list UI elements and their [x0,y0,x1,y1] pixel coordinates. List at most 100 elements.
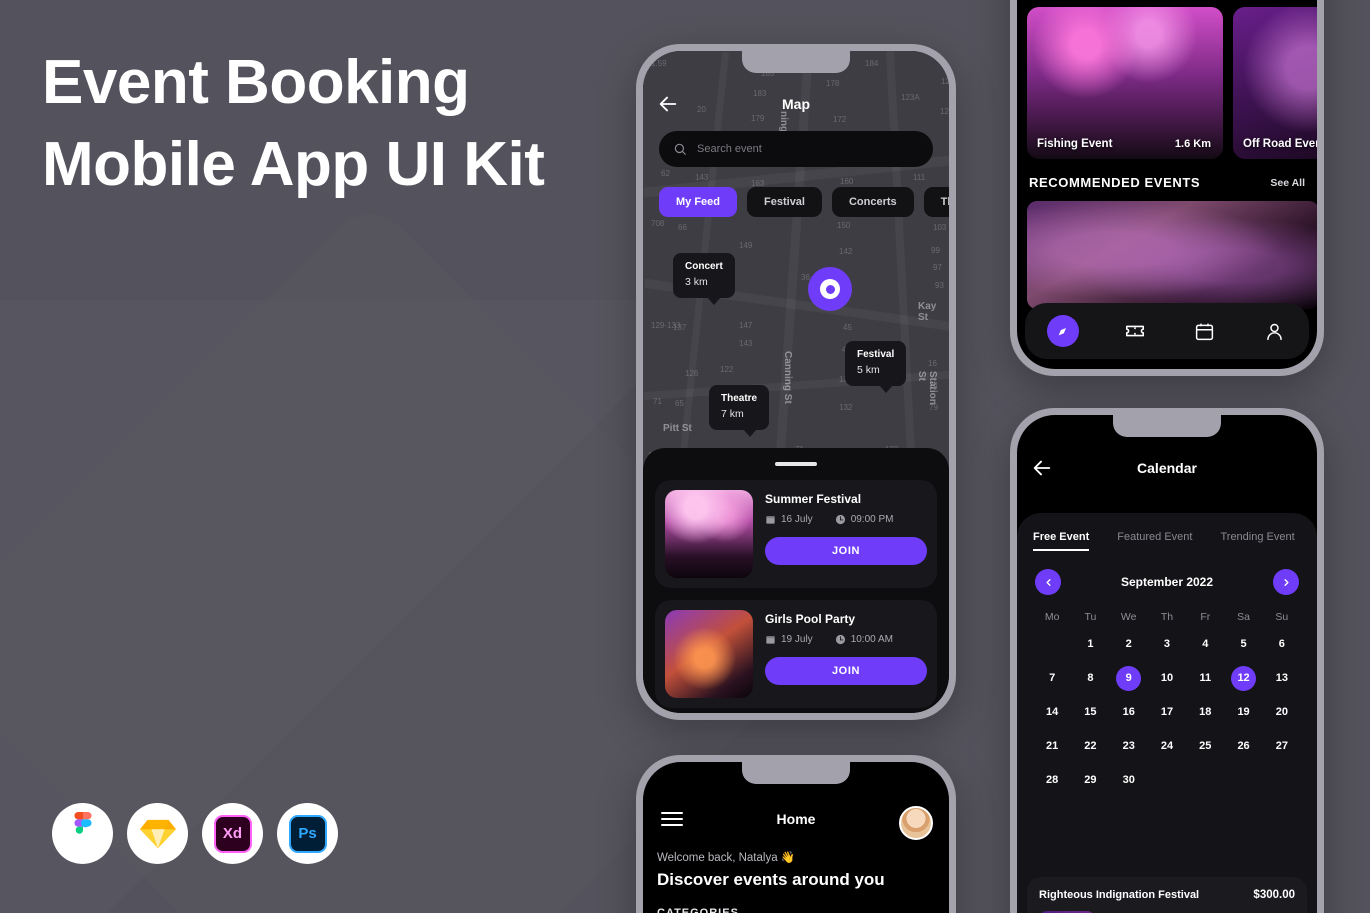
calendar-day-8[interactable]: 8 [1071,666,1109,691]
nearby-event-card-offroad[interactable]: Off Road Event [1233,7,1317,159]
phone-mockup-calendar: Calendar Free Event Featured Event Trend… [1010,408,1324,913]
house-number: 150 [837,221,851,230]
page-title: Event Booking Mobile App UI Kit [42,42,545,206]
nearby-event-label: Fishing Event [1037,138,1113,150]
map-marker-concert[interactable]: Concert 3 km [673,253,735,305]
house-number: 143 [695,173,709,182]
event-card-girls-pool-party[interactable]: Girls Pool Party 19 July 10:00 AM JOIN [655,600,937,708]
user-location-marker[interactable] [808,267,852,311]
house-number: 71 [653,397,662,406]
calendar-day-25[interactable]: 25 [1186,734,1224,759]
hamburger-icon[interactable] [661,808,683,830]
arrow-left-icon[interactable] [657,93,679,115]
phone-mockup-map: ning St Canning St Station St Pitt St Ka… [636,44,956,720]
event-card-summer-festival[interactable]: Summer Festival 16 July 09:00 PM JOIN [655,480,937,588]
person-icon[interactable] [1261,318,1287,344]
tab-featured-event[interactable]: Featured Event [1117,531,1192,551]
calendar-day-26[interactable]: 26 [1224,734,1262,759]
calendar-day-empty [1263,768,1301,793]
calendar-day-empty [1148,768,1186,793]
calendar-day-3[interactable]: 3 [1148,632,1186,657]
nearby-event-card-fishing[interactable]: Fishing Event 1.6 Km [1027,7,1223,159]
map-marker-theatre[interactable]: Theatre 7 km [709,385,770,437]
calendar-day-18[interactable]: 18 [1186,700,1224,725]
calendar-day-4[interactable]: 4 [1186,632,1224,657]
calendar-event-name: Righteous Indignation Festival [1039,889,1200,901]
calendar-day-20[interactable]: 20 [1263,700,1301,725]
calendar-day-16[interactable]: 16 [1110,700,1148,725]
recommended-event-image[interactable] [1027,201,1317,309]
calendar-day-12[interactable]: 12 [1224,666,1262,691]
event-time: 10:00 AM [835,634,893,645]
calendar-day-30[interactable]: 30 [1110,768,1148,793]
house-number: 45 [843,323,852,332]
street-label: Pitt St [663,423,692,434]
month-navigation: September 2022 [1017,551,1317,595]
calendar-day-27[interactable]: 27 [1263,734,1301,759]
calendar-day-23[interactable]: 23 [1110,734,1148,759]
calendar-day-21[interactable]: 21 [1033,734,1071,759]
calendar-day-15[interactable]: 15 [1071,700,1109,725]
recommended-section-header: RECOMMENDED EVENTS See All [1029,175,1305,190]
compass-icon[interactable] [1046,315,1079,347]
map-marker-festival[interactable]: Festival 5 km [845,341,907,393]
calendar-day-9[interactable]: 9 [1110,666,1148,691]
phone-mockup-home: Home Welcome back, Natalya 👋 Discover ev… [636,755,956,913]
ticket-icon[interactable] [1122,318,1148,344]
calendar-week-row: 123456 [1033,632,1301,657]
calendar-day-7[interactable]: 7 [1033,666,1071,691]
street-label: Kay St [918,301,937,323]
phone-notch [1113,415,1221,437]
categories-label: CATEGORIES [657,907,739,913]
calendar-day-29[interactable]: 29 [1071,768,1109,793]
marker-title: Festival [857,349,895,360]
house-number: 160 [840,177,854,186]
chip-theatre[interactable]: Theatre [923,187,949,217]
calendar-day-24[interactable]: 24 [1148,734,1186,759]
tab-free-event[interactable]: Free Event [1033,531,1090,551]
house-number: 111 [913,173,926,182]
calendar-day-5[interactable]: 5 [1224,632,1262,657]
headline-line-1: Event Booking [42,48,470,117]
calendar-day-1[interactable]: 1 [1071,632,1109,657]
calendar-day-10[interactable]: 10 [1148,666,1186,691]
calendar-day-17[interactable]: 17 [1148,700,1186,725]
nearby-event-label: Off Road Event [1243,138,1317,150]
calendar-page-title: Calendar [1137,460,1197,476]
sheet-grabber[interactable] [775,462,817,466]
arrow-left-icon[interactable] [1031,457,1053,479]
calendar-day-19[interactable]: 19 [1224,700,1262,725]
section-title: RECOMMENDED EVENTS [1029,175,1201,190]
chip-festival[interactable]: Festival [747,187,822,217]
house-number: 126 [685,369,699,378]
calendar-day-22[interactable]: 22 [1071,734,1109,759]
house-number: 93 [935,281,944,290]
marker-title: Theatre [721,393,758,404]
calendar-icon[interactable] [1192,318,1218,344]
calendar-day-14[interactable]: 14 [1033,700,1071,725]
see-all-link[interactable]: See All [1270,177,1305,189]
calendar-day-6[interactable]: 6 [1263,632,1301,657]
join-button[interactable]: JOIN [765,537,927,565]
calendar-day-2[interactable]: 2 [1110,632,1148,657]
chip-my-feed[interactable]: My Feed [659,187,738,217]
calendar-event-card[interactable]: Righteous Indignation Festival $300.00 0… [1027,877,1307,913]
calendar-header: Calendar [1017,453,1317,483]
join-button[interactable]: JOIN [765,657,927,685]
calendar-day-headers: Mo Tu We Th Fr Sa Su [1033,611,1301,623]
house-number: 66 [678,223,687,232]
house-number: 122 [720,365,734,374]
calendar-week-row: 7 8 9 10 11 12 13 [1033,666,1301,691]
tab-trending-event[interactable]: Trending Event [1220,531,1294,551]
chevron-right-icon[interactable] [1273,569,1299,595]
chevron-left-icon[interactable] [1035,569,1061,595]
search-input[interactable]: Search event [659,131,933,167]
sketch-logo [127,803,188,864]
adobe-xd-logo: Xd [202,803,263,864]
chip-concerts[interactable]: Concerts [831,187,914,217]
nearby-event-distance: 1.6 Km [1174,138,1211,150]
calendar-day-11[interactable]: 11 [1186,666,1224,691]
calendar-day-28[interactable]: 28 [1033,768,1071,793]
calendar-day-13[interactable]: 13 [1263,666,1301,691]
avatar[interactable] [899,806,933,840]
